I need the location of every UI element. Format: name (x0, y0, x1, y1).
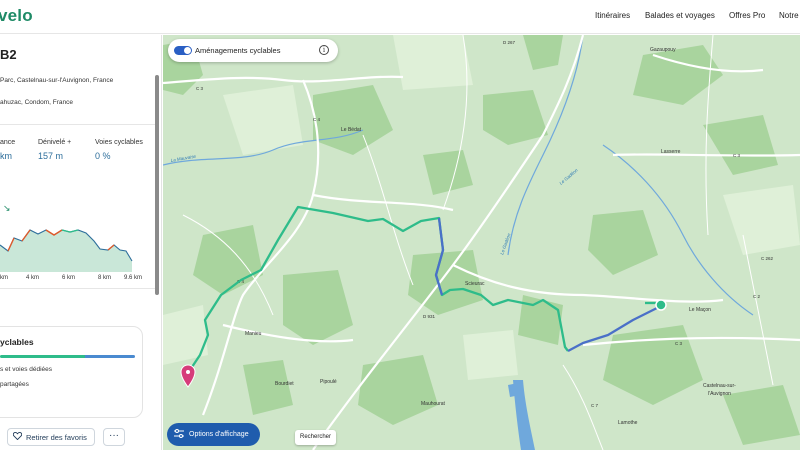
cycle-lanes-value: 0 % (95, 151, 111, 161)
sliders-icon (174, 429, 184, 440)
display-options-label: Options d'affichage (189, 431, 249, 438)
road-label: C 2 (753, 294, 761, 299)
place-label: Bourdiet (275, 381, 294, 387)
cycle-card-title: yclables (0, 337, 34, 347)
heart-icon (12, 431, 23, 442)
nav-notre[interactable]: Notre (779, 11, 799, 20)
distance-label: ance (0, 139, 16, 146)
remove-favorite-label: Retirer des favoris (26, 432, 87, 442)
place-label: Gazaupouy (650, 47, 676, 53)
cycle-layer-label: Aménagements cyclables (195, 46, 281, 55)
toggle-knob (184, 47, 191, 54)
search-area-button[interactable]: Rechercher (295, 430, 336, 445)
site-logo[interactable]: velo (0, 6, 33, 26)
place-label: Castelnau-sur- (703, 383, 736, 389)
nav-itineraires[interactable]: Itinéraires (595, 11, 630, 20)
display-options-button[interactable]: Options d'affichage (167, 423, 260, 446)
place-label: Manieu (245, 331, 262, 337)
elevation-value: 157 m (38, 151, 64, 161)
place-label: Scieurac (465, 281, 485, 287)
road-label: C 3 (733, 153, 741, 158)
route-title: B2 (0, 47, 17, 62)
road-label: C 7 (591, 403, 599, 408)
end-address: ahuzac, Condom, France (0, 99, 73, 106)
trend-arrow-icon: ↘ (3, 203, 11, 213)
profile-tick: km (0, 275, 8, 281)
route-sidebar: B2 Parc, Castelnau-sur-l'Auvignon, Franc… (0, 35, 162, 450)
start-marker[interactable] (655, 299, 667, 311)
road-label: D 931 (423, 314, 436, 319)
info-icon[interactable]: i (319, 45, 329, 55)
place-label: Le Maçon (689, 307, 711, 313)
map-canvas[interactable]: Gazaupouy Lasserre Le Bédat Scieurac Le … (163, 35, 800, 450)
cycle-share-bar (0, 355, 135, 358)
toggle-switch[interactable] (174, 46, 192, 55)
divider (0, 288, 155, 289)
profile-tick: 4 km (26, 275, 40, 281)
sidebar-scrollbar[interactable] (155, 75, 159, 295)
cycle-item-dedicated: s et voies dédiées (0, 366, 53, 373)
road-label: C 3 (196, 86, 204, 91)
place-label: Le Bédat (341, 127, 362, 133)
place-label: Lamothe (618, 420, 638, 426)
road-label: D 267 (503, 40, 516, 45)
place-label: Mauhourat (421, 401, 446, 407)
profile-tick: 9.6 km (124, 275, 143, 281)
cycle-lanes-label: Voies cyclables (95, 139, 143, 146)
road-label: C 4 (313, 117, 321, 122)
elevation-label: Dénivelé + (38, 139, 72, 146)
cycle-item-shared: partagées (0, 381, 29, 388)
distance-value: km (0, 151, 12, 161)
nav-offres-pro[interactable]: Offres Pro (729, 11, 765, 20)
remove-favorite-button[interactable]: Retirer des favoris (7, 428, 95, 446)
place-label: Pipoulé (320, 379, 337, 385)
elevation-profile (0, 229, 133, 272)
place-label: l'Auvignon (708, 391, 731, 397)
profile-tick: 6 km (62, 275, 76, 281)
top-header: velo Itinéraires Balades et voyages Offr… (0, 0, 800, 34)
road-label: C 262 (761, 256, 774, 261)
place-label: Lasserre (661, 149, 681, 155)
cycle-layer-toggle[interactable]: Aménagements cyclables i (168, 39, 338, 62)
start-address: Parc, Castelnau-sur-l'Auvignon, France (0, 77, 114, 84)
divider (0, 124, 155, 125)
profile-tick: 8 km (98, 275, 112, 281)
water-label: Le Gadéon (558, 167, 579, 185)
road-label: C 3 (675, 341, 683, 346)
profile-fill (0, 230, 132, 272)
map-view[interactable]: Gazaupouy Lasserre Le Bédat Scieurac Le … (163, 35, 800, 450)
nav-balades[interactable]: Balades et voyages (645, 11, 715, 20)
more-icon[interactable]: ··· (103, 428, 125, 446)
end-marker[interactable] (180, 364, 196, 388)
